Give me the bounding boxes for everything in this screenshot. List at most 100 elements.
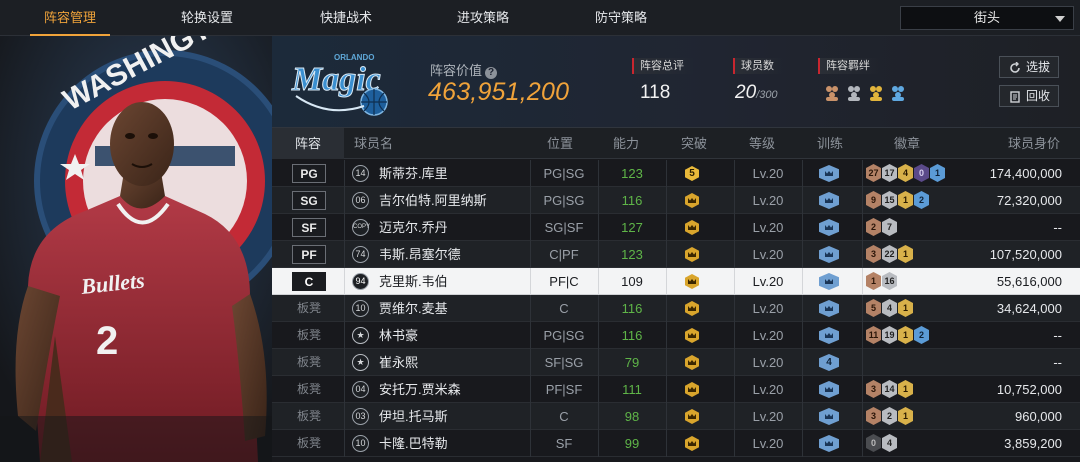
column-divider — [344, 241, 345, 268]
badge-count-gold: 1 — [898, 407, 913, 425]
column-divider — [666, 241, 667, 268]
jersey-number: COPY — [352, 219, 370, 236]
column-divider — [344, 430, 345, 457]
position-slot-badge[interactable]: SF — [292, 218, 326, 237]
column-divider — [666, 322, 667, 349]
header-badges[interactable]: 徽章 — [862, 128, 952, 159]
player-value: -- — [1053, 328, 1062, 343]
column-divider — [344, 349, 345, 376]
header-ability[interactable]: 能力 — [598, 128, 654, 159]
header-level[interactable]: 等级 — [734, 128, 790, 159]
column-divider — [802, 295, 803, 322]
player-name[interactable]: 卡隆.巴特勒 — [379, 430, 448, 457]
badge-count-silver: 7 — [882, 218, 897, 236]
column-divider — [862, 241, 863, 268]
table-row[interactable]: 板凳 ★ 崔永熙 SF|SG 79 Lv.20 4 -- — [272, 349, 1080, 376]
table-row[interactable]: 板凳 10 卡隆.巴特勒 SF 99 Lv.20 0 4 3,859,200 — [272, 430, 1080, 457]
bench-slot-label[interactable]: 板凳 — [292, 322, 326, 349]
player-ability: 111 — [622, 382, 642, 397]
bench-slot-label[interactable]: 板凳 — [292, 295, 326, 322]
player-portrait: WASHINGTO Bullets 2 — [0, 36, 272, 462]
team-info-panel: ORLANDO Magic 阵容价值? 463,951,200 阵容总评 118… — [272, 36, 1080, 128]
tab-rotation-settings[interactable]: 轮换设置 — [181, 0, 233, 36]
bench-slot-label[interactable]: 板凳 — [292, 430, 326, 457]
table-row[interactable]: PF 74 韦斯.昂塞尔德 C|PF 123 Lv.20 3 22 1 107,520,000 — [272, 241, 1080, 268]
table-row[interactable]: 板凳 ★ 林书豪 PG|SG 116 Lv.20 11 19 1 2 -- — [272, 322, 1080, 349]
training-crown-icon[interactable] — [819, 300, 839, 317]
column-divider — [666, 160, 667, 187]
training-badge[interactable]: 4 — [819, 354, 839, 371]
training-crown-icon[interactable] — [819, 219, 839, 236]
player-ability: 79 — [624, 355, 640, 370]
bond-group-icon[interactable] — [823, 83, 915, 103]
column-divider — [666, 295, 667, 322]
column-divider — [666, 268, 667, 295]
header-player-name[interactable]: 球员名 — [354, 128, 414, 159]
bench-slot-label[interactable]: 板凳 — [292, 403, 326, 430]
bench-slot-label[interactable]: 板凳 — [292, 349, 326, 376]
player-name[interactable]: 迈克尔.乔丹 — [379, 214, 448, 241]
training-crown-icon[interactable] — [819, 435, 839, 452]
player-name[interactable]: 斯蒂芬.库里 — [379, 160, 448, 187]
player-value: -- — [1053, 355, 1062, 370]
column-divider — [862, 187, 863, 214]
tab-offense-strategy[interactable]: 进攻策略 — [457, 0, 509, 36]
training-crown-icon[interactable] — [819, 246, 839, 263]
position-slot-badge[interactable]: SG — [292, 191, 326, 210]
player-name[interactable]: 韦斯.昂塞尔德 — [379, 241, 461, 268]
header-position[interactable]: 位置 — [530, 128, 590, 159]
training-crown-icon[interactable] — [819, 327, 839, 344]
bench-slot-label[interactable]: 板凳 — [292, 376, 326, 403]
mode-select-value: 街头 — [973, 10, 1000, 25]
player-value: 107,520,000 — [989, 247, 1062, 262]
table-row[interactable]: 板凳 10 贾维尔.麦基 C 116 Lv.20 5 4 1 34,624,000 — [272, 295, 1080, 322]
badge-count-blue: 2 — [914, 326, 929, 344]
header-breakthrough[interactable]: 突破 — [666, 128, 722, 159]
player-ability: 116 — [621, 328, 643, 343]
position-slot-badge[interactable]: PG — [292, 164, 326, 183]
badge-count-silver: 4 — [882, 299, 897, 317]
column-divider — [802, 403, 803, 430]
column-divider — [344, 187, 345, 214]
training-crown-icon[interactable] — [819, 408, 839, 425]
training-crown-icon[interactable] — [819, 273, 839, 290]
header-training[interactable]: 训练 — [802, 128, 858, 159]
table-row[interactable]: PG 14 斯蒂芬.库里 PG|SG 123 5 Lv.20 27 17 4 0 1 174,400,0… — [272, 160, 1080, 187]
player-ability: 116 — [621, 193, 643, 208]
table-row[interactable]: 板凳 03 伊坦.托马斯 C 98 Lv.20 3 2 1 960,000 — [272, 403, 1080, 430]
player-name[interactable]: 贾维尔.麦基 — [379, 295, 448, 322]
player-position: PG|SG — [543, 193, 585, 208]
position-slot-badge[interactable]: C — [292, 272, 326, 291]
breakthrough-badge: 5 — [685, 166, 699, 181]
player-name[interactable]: 克里斯.韦伯 — [379, 268, 448, 295]
header-player-value[interactable]: 球员身价 — [972, 128, 1072, 159]
table-row[interactable]: 板凳 04 安托万.贾米森 PF|SF 111 Lv.20 3 14 1 10,752,000 — [272, 376, 1080, 403]
tab-defense-strategy[interactable]: 防守策略 — [595, 0, 647, 36]
mode-select[interactable]: 街头 — [900, 6, 1074, 30]
training-crown-icon[interactable] — [819, 192, 839, 209]
player-position: PF|C — [549, 274, 579, 289]
tab-quick-tactics[interactable]: 快捷战术 — [320, 0, 372, 36]
table-row[interactable]: C 94 克里斯.韦伯 PF|C 109 Lv.20 1 16 55,616,000 — [272, 268, 1080, 295]
table-row[interactable]: SG 06 吉尔伯特.阿里纳斯 PG|SG 116 Lv.20 9 15 1 2 72,320,00… — [272, 187, 1080, 214]
training-crown-icon[interactable] — [819, 165, 839, 182]
table-row[interactable]: SF COPY 迈克尔.乔丹 SG|SF 127 Lv.20 2 7 -- — [272, 214, 1080, 241]
crown-icon — [685, 220, 699, 235]
player-name[interactable]: 安托万.贾米森 — [379, 376, 461, 403]
player-name[interactable]: 伊坦.托马斯 — [379, 403, 448, 430]
header-lineup[interactable]: 阵容 — [272, 128, 344, 159]
badge-count-silver: 16 — [882, 272, 897, 290]
crown-icon — [685, 436, 699, 451]
player-name[interactable]: 林书豪 — [379, 322, 418, 349]
column-divider — [802, 349, 803, 376]
crown-icon — [685, 193, 699, 208]
scout-button[interactable]: 选拔 — [999, 56, 1059, 78]
player-name[interactable]: 崔永熙 — [379, 349, 418, 376]
badge-count-bronze: 27 — [866, 164, 881, 182]
player-name[interactable]: 吉尔伯特.阿里纳斯 — [379, 187, 487, 214]
lineup-bond-label: 阵容羁绊 — [818, 58, 880, 74]
recycle-button[interactable]: 回收 — [999, 85, 1059, 107]
position-slot-badge[interactable]: PF — [292, 245, 326, 264]
training-crown-icon[interactable] — [819, 381, 839, 398]
tab-lineup-management[interactable]: 阵容管理 — [29, 0, 111, 36]
